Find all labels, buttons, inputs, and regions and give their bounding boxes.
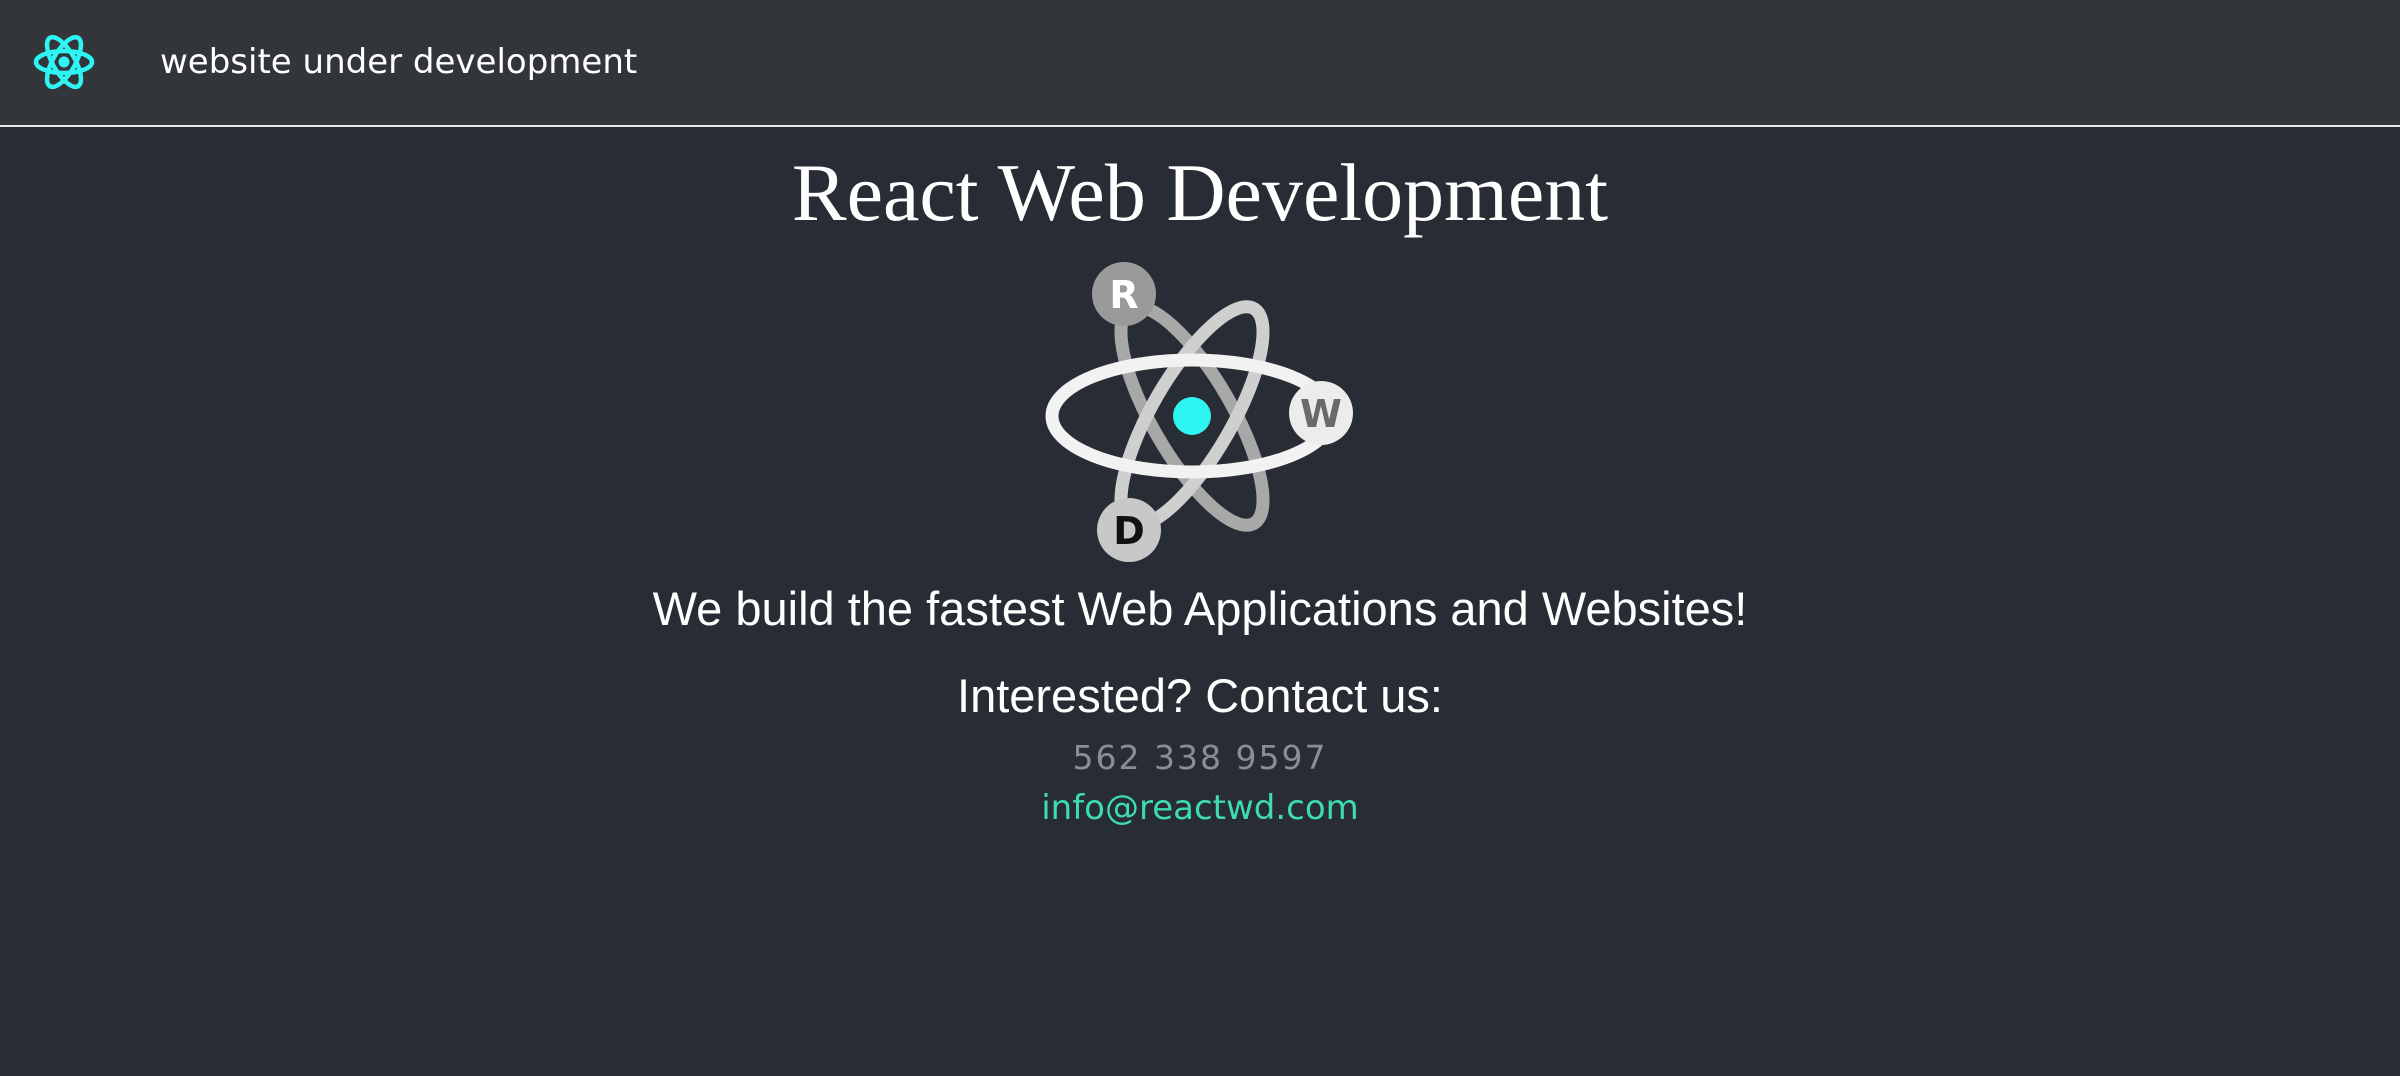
email-container: info@reactwd.com xyxy=(0,786,2400,830)
letter-r-badge: R xyxy=(1092,262,1156,326)
top-bar: website under development xyxy=(0,0,2400,127)
contact-heading: Interested? Contact us: xyxy=(957,669,1443,722)
react-atom-icon[interactable] xyxy=(32,30,96,94)
letter-w: W xyxy=(1300,392,1342,436)
letter-d-badge: D xyxy=(1097,498,1161,562)
rwd-atom-logo-icon: R W D xyxy=(1042,257,1358,563)
letter-r: R xyxy=(1109,273,1138,317)
main-content: React Web Development R W D We build the… xyxy=(0,127,2400,1076)
tagline: We build the fastest Web Applications an… xyxy=(652,582,1748,635)
phone-number: 562 338 9597 xyxy=(1072,738,1328,777)
letter-w-badge: W xyxy=(1289,381,1353,445)
page-title: React Web Development xyxy=(791,147,1609,238)
site-status-title: website under development xyxy=(160,42,638,82)
letter-d: D xyxy=(1113,509,1145,553)
email-link[interactable]: info@reactwd.com xyxy=(1041,788,1359,828)
